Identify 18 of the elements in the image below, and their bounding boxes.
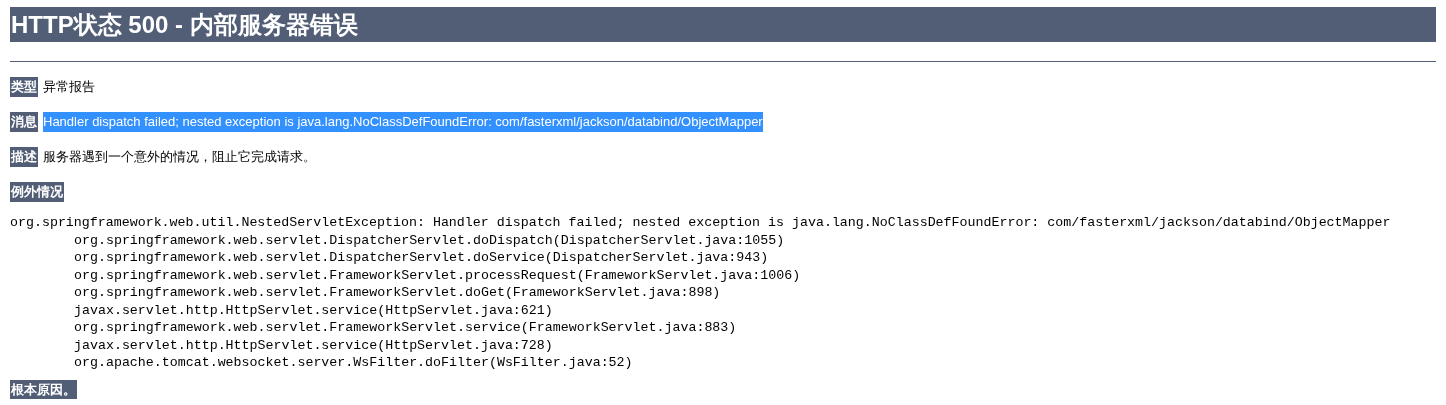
stack-trace-line: org.apache.tomcat.websocket.server.WsFilter.doFilter(WsFilter.java:52): [74, 354, 633, 372]
field-value: 服务器遇到一个意外的情况，阻止它完成请求。: [43, 148, 316, 167]
stack-trace-line: org.springframework.web.util.NestedServletException: Handler dispatch failed; nested exception is java.lang.NoClassDefFoundError: com/fasterxml/jackson/databind/ObjectMapper: [10, 214, 1391, 232]
stack-trace-line: javax.servlet.http.HttpServlet.service(HttpServlet.java:621): [74, 301, 553, 319]
field-value: Handler dispatch failed; nested exception is java.lang.NoClassDefFoundError: com/fasterxml/jackson/databind/ObjectMapper: [43, 112, 763, 132]
stack-trace-line: org.springframework.web.servlet.FrameworkServlet.processRequest(FrameworkServlet.java:1006): [74, 266, 801, 284]
section-label: 描述: [10, 147, 38, 167]
stack-trace-line: org.springframework.web.servlet.DispatcherServlet.doDispatch(DispatcherServlet.java:1055): [74, 231, 785, 249]
field-value: 异常报告: [43, 78, 95, 97]
section-label: 类型: [10, 77, 38, 97]
page-title: HTTP状态 500 - 内部服务器错误: [10, 7, 1436, 42]
stack-trace-line: org.springframework.web.servlet.FrameworkServlet.service(FrameworkServlet.java:883): [74, 319, 737, 337]
stack-trace-line: org.springframework.web.servlet.DispatcherServlet.doService(DispatcherServlet.java:943): [74, 249, 769, 267]
section-label: 例外情况: [10, 182, 64, 202]
section-label: 消息: [10, 112, 38, 132]
stack-trace-line: org.springframework.web.servlet.FrameworkServlet.doGet(FrameworkServlet.java:898): [74, 284, 721, 302]
section-label: 根本原因。: [10, 379, 77, 400]
stack-trace-line: javax.servlet.http.HttpServlet.service(HttpServlet.java:728): [74, 336, 553, 354]
